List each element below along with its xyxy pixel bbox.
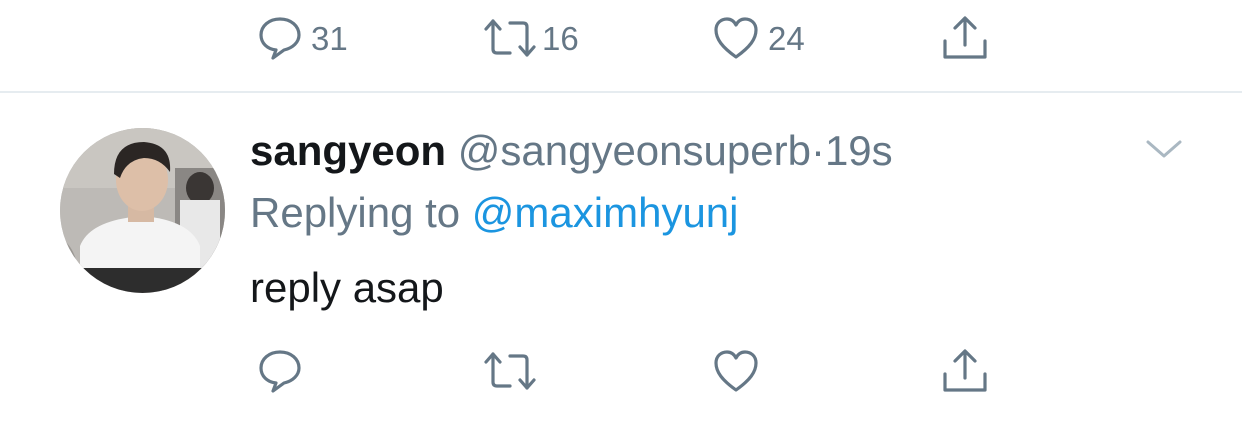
avatar[interactable] [60,128,225,293]
retweet-action[interactable]: 16 [482,8,579,68]
top-action-bar: 31 16 24 [0,8,1242,68]
heart-icon [714,17,758,59]
tweet-divider [0,91,1242,93]
like-action[interactable]: 24 [712,8,805,68]
chevron-down-icon[interactable] [1144,136,1184,162]
heart-icon [714,350,758,392]
tweet-action-bar [0,341,1242,401]
tweet-header: sangyeon @sangyeonsuperb·19s [250,126,893,176]
like-count: 24 [768,19,805,57]
share-icon [943,16,987,59]
reply-count: 31 [311,19,348,57]
reply-icon [259,17,301,60]
retweet-action[interactable] [482,341,538,401]
tweet-text: reply asap [250,264,444,311]
reply-mention-link[interactable]: @maximhyunj [472,189,739,236]
timestamp[interactable]: 19s [825,127,893,174]
like-action[interactable] [712,341,760,401]
retweet-icon [484,352,536,390]
replying-to-line: Replying to @maximhyunj [250,188,739,238]
retweet-icon [484,19,536,57]
share-icon [943,349,987,392]
share-action[interactable] [940,8,990,68]
reply-action[interactable] [257,341,303,401]
separator-dot: · [810,127,825,174]
replying-prefix: Replying to [250,189,461,236]
share-action[interactable] [940,341,990,401]
profile-photo [60,128,225,293]
reply-icon [259,350,301,393]
reply-action[interactable]: 31 [257,8,348,68]
display-name[interactable]: sangyeon [250,127,446,174]
retweet-count: 16 [542,19,579,57]
user-handle[interactable]: @sangyeonsuperb [458,127,811,174]
